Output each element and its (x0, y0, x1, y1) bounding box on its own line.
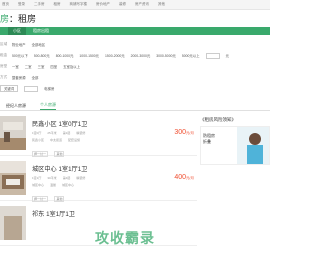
filter-row-rooms: 房型 一室 二室 三室 四室 五室及以上 (0, 61, 270, 72)
meta-item: 25平米 (47, 131, 57, 135)
filter-option[interactable]: 物业地产 (12, 42, 26, 47)
filter-option[interactable]: 3000-5000元 (156, 53, 176, 58)
brand-bar: 房：租房 (0, 10, 270, 27)
listing-photo[interactable] (0, 116, 26, 150)
listing-title[interactable]: 祁东 1室1厅1卫 (32, 209, 75, 218)
meta-item: 民鑫小区 (32, 138, 45, 142)
filter-row-price: 租金 500元以下 500-800元 800-1000元 1000-1500元 … (0, 50, 270, 61)
listing-meta: 城区中心 温馨 城区中心 (32, 183, 87, 187)
filter-row-area: 区域 物业地产 全部地区 (0, 39, 270, 50)
filter-option[interactable]: 1500-2000元 (105, 53, 125, 58)
filter-label: 租金 (0, 53, 8, 57)
promo-card[interactable]: 防租房 折叠 (200, 126, 270, 165)
filter-option[interactable]: 整套房源 (12, 75, 26, 80)
promo-line: 防租房 (203, 133, 215, 138)
listing-info: 城区中心 1室1厅1卫 1室1厅 30平米 第4层 精装修 城区中心 温馨 城区… (26, 156, 87, 202)
top-nav-item[interactable]: 租房 (54, 2, 61, 7)
meta-item: 中太街道 (50, 138, 63, 142)
top-nav-item[interactable]: 房产资讯 (135, 2, 149, 7)
listing-meta: 民鑫小区 中太街道 配套设施 (32, 138, 87, 142)
filter-option[interactable]: 2000-3000元 (131, 53, 151, 58)
filter-option[interactable]: 四室 (50, 64, 57, 69)
filter-option[interactable]: 一室 (12, 64, 19, 69)
meta-item: 第1层 (62, 131, 71, 135)
listing-tabs: 经纪人房源 个人房源 (0, 102, 270, 111)
top-nav: 首页 登录 二手房 租房 商铺写字楼 房价地产 装修 房产资讯 其他 (0, 0, 270, 10)
filter-option[interactable]: 全部 (32, 75, 39, 80)
top-nav-item[interactable]: 房价地产 (96, 2, 110, 7)
risk-notice-panel: 《租房风险须知》 防租房 折叠 (200, 117, 270, 165)
risk-notice-heading[interactable]: 《租房风险须知》 (200, 117, 270, 123)
top-nav-item[interactable]: 商铺写字楼 (70, 2, 88, 7)
listing-photo[interactable] (0, 161, 26, 195)
tab-personal-listings[interactable]: 个人房源 (40, 102, 56, 110)
filter-option[interactable]: 5000元以上 (182, 53, 200, 58)
listing-title[interactable]: 民鑫小区 1室0厅1卫 (32, 119, 87, 128)
listing-info: 祁东 1室1厅1卫 (26, 201, 75, 245)
price-value: 300 (174, 129, 187, 136)
meta-item: 精装修 (76, 131, 86, 135)
nav-tab-rent[interactable]: 租房出租 (28, 27, 54, 35)
meta-item: 第4层 (62, 176, 71, 180)
main-nav: 小区 租房出租 (0, 27, 270, 35)
meta-item: 城区中心 (62, 183, 75, 187)
filter-option[interactable]: 全部地区 (32, 42, 46, 47)
list-item[interactable]: 民鑫小区 1室0厅1卫 1室0厅 25平米 第1层 精装修 民鑫小区 中太街道 … (0, 111, 197, 157)
brand-mark: 房 (0, 14, 10, 24)
filter-label: 房型 (0, 64, 8, 68)
meta-item: 1室0厅 (32, 131, 42, 135)
top-nav-item[interactable]: 其他 (158, 2, 165, 7)
filter-option[interactable]: 1000-1500元 (79, 53, 99, 58)
listing-title[interactable]: 城区中心 1室1厅1卫 (32, 164, 87, 173)
filter-option[interactable]: 三室 (38, 64, 45, 69)
meta-item: 城区中心 (32, 183, 45, 187)
keyword-select[interactable]: 关键词 (0, 85, 19, 92)
page-title: 房：租房 (0, 12, 36, 25)
price-value: 400 (174, 174, 187, 181)
filter-label: 区域 (0, 42, 8, 46)
keyword-select-label: 关键词 (4, 87, 15, 91)
listing-info: 民鑫小区 1室0厅1卫 1室0厅 25平米 第1层 精装修 民鑫小区 中太街道 … (26, 111, 87, 157)
tab-agent-listings[interactable]: 经纪人房源 (6, 103, 26, 110)
brand-title: ：租房 (9, 14, 37, 24)
listing-photo[interactable] (0, 206, 26, 240)
price-min-input[interactable] (205, 52, 220, 59)
nav-tab-xiaoqu[interactable]: 小区 (8, 27, 26, 35)
filter-option[interactable]: 800-1000元 (56, 53, 74, 58)
filter-panel: 区域 物业地产 全部地区 租金 500元以下 500-800元 800-1000… (0, 35, 270, 94)
listing-meta: 1室1厅 30平米 第4层 精装修 (32, 176, 87, 180)
price-unit: 元/月 (186, 176, 194, 180)
price-unit: 元 (225, 54, 229, 58)
top-nav-item[interactable]: 装修 (119, 2, 126, 7)
filter-option[interactable]: 500-800元 (34, 53, 50, 58)
listing-price: 400元/月 (174, 174, 194, 181)
meta-item: 30平米 (47, 176, 57, 180)
price-unit: 元/月 (186, 131, 194, 135)
top-nav-item[interactable]: 首页 (2, 2, 9, 7)
filter-row-keyword: 关键词 电梯房 (0, 83, 270, 94)
listing-meta: 1室0厅 25平米 第1层 精装修 (32, 131, 87, 135)
promo-line: 折叠 (203, 138, 211, 144)
promo-image (237, 127, 269, 164)
meta-item: 配套设施 (68, 138, 81, 142)
filter-label: 方式 (0, 75, 8, 79)
meta-item: 温馨 (50, 183, 57, 187)
meta-item: 精装修 (76, 176, 86, 180)
top-nav-item[interactable]: 二手房 (34, 2, 45, 7)
filter-option[interactable]: 500元以下 (12, 53, 28, 58)
filter-row-type: 方式 整套房源 全部 (0, 72, 270, 83)
watermark: 攻收霸录 (95, 230, 155, 246)
filter-option[interactable]: 电梯房 (44, 86, 54, 91)
meta-item: 1室1厅 (32, 176, 42, 180)
top-nav-item[interactable]: 登录 (18, 2, 25, 7)
list-item[interactable]: 城区中心 1室1厅1卫 1室1厅 30平米 第4层 精装修 城区中心 温馨 城区… (0, 156, 197, 202)
filter-option[interactable]: 二室 (25, 64, 32, 69)
listing-price: 300元/月 (174, 129, 194, 136)
keyword-input[interactable] (24, 85, 39, 92)
filter-option[interactable]: 五室及以上 (63, 64, 80, 69)
